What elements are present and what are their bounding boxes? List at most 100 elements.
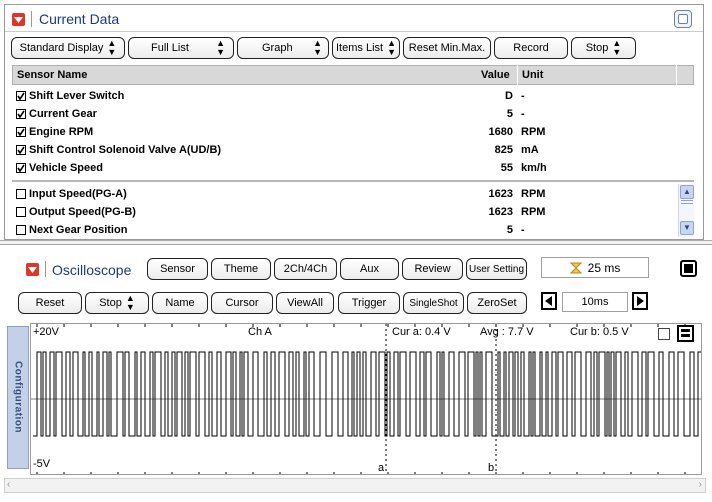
items-list-select[interactable]: Items List ▲ ▼ <box>332 37 400 59</box>
column-divider <box>676 65 677 85</box>
checkmark-icon <box>17 164 25 172</box>
arrow-down-icon: ▼ <box>683 223 691 232</box>
spinner-icon: ▲ ▼ <box>216 38 225 57</box>
spinner-icon: ▲ ▼ <box>107 38 117 57</box>
current-data-collapse-button[interactable] <box>12 13 25 26</box>
name-button[interactable]: Name <box>152 292 208 314</box>
table-row[interactable]: Shift Control Solenoid Valve A(UD/B) 825… <box>13 141 678 159</box>
toolbar-divider-line <box>5 31 703 32</box>
scroll-right-icon[interactable]: › <box>699 479 702 490</box>
stop-mode-select[interactable]: Stop ▲ ▼ <box>85 292 149 314</box>
chevron-down-icon <box>14 16 23 23</box>
scroll-left-icon[interactable]: ‹ <box>7 479 10 490</box>
spinner-icon: ▲ ▼ <box>313 38 322 57</box>
current-data-title: Current Data <box>39 11 120 27</box>
arrow-left-icon <box>545 296 552 306</box>
cursor-b-marker[interactable]: b <box>488 462 494 474</box>
checkmark-icon <box>17 128 25 136</box>
maximize-button[interactable] <box>674 10 692 28</box>
scope-menu-button[interactable] <box>677 325 694 342</box>
checkmark-icon <box>17 146 25 154</box>
title-divider <box>45 261 46 277</box>
cursor-a-marker[interactable]: a <box>378 462 384 474</box>
arrow-right-icon <box>637 296 644 306</box>
average-readout: Avg : 7.7 V <box>480 326 534 338</box>
view-all-button[interactable]: ViewAll <box>276 292 334 314</box>
hourglass-icon <box>569 262 582 273</box>
square-stop-icon <box>684 264 693 273</box>
zero-set-button[interactable]: ZeroSet <box>467 292 527 314</box>
pinned-divider <box>12 180 694 182</box>
column-divider <box>517 65 518 85</box>
checkmark-icon <box>17 110 25 118</box>
spinner-icon: ▲ ▼ <box>387 38 396 57</box>
table-row[interactable]: Next Gear Position 5 - <box>13 221 678 239</box>
checkbox[interactable] <box>16 91 26 101</box>
cursor-button[interactable]: Cursor <box>211 292 273 314</box>
trigger-button[interactable]: Trigger <box>338 292 400 314</box>
checkbox[interactable] <box>16 163 26 173</box>
oscilloscope-collapse-button[interactable] <box>26 263 39 276</box>
y-max-label: +20V <box>33 326 59 338</box>
checkmark-icon <box>17 92 25 100</box>
table-row[interactable]: Output Speed(PG-B) 1623 RPM <box>13 203 678 221</box>
window-icon <box>678 14 688 24</box>
checkbox[interactable] <box>16 109 26 119</box>
timebase-increase-button[interactable] <box>632 292 648 310</box>
table-row[interactable]: Vehicle Speed 55 km/h <box>13 159 678 177</box>
menu-icon <box>681 329 690 337</box>
cursor-b-readout: Cur b: 0.5 V <box>570 326 629 338</box>
table-row[interactable]: Shift Lever Switch D - <box>13 87 678 105</box>
spinner-icon: ▲ ▼ <box>125 293 135 312</box>
checkbox[interactable] <box>16 207 26 217</box>
reset-min-max-button[interactable]: Reset Min.Max. <box>403 37 491 59</box>
record-button[interactable]: Record <box>494 37 568 59</box>
cursor-a-readout: Cur a: 0.4 V <box>392 326 451 338</box>
column-header-value: Value <box>481 69 510 81</box>
channel-a-waveform <box>33 351 701 437</box>
chevron-down-icon <box>28 266 37 273</box>
sample-time-field: 25 ms <box>541 257 649 278</box>
single-shot-button[interactable]: SingleShot <box>403 292 464 314</box>
checkbox[interactable] <box>16 225 26 235</box>
sensor-button[interactable]: Sensor <box>147 258 208 280</box>
checkbox[interactable] <box>16 189 26 199</box>
review-button[interactable]: Review <box>402 258 463 280</box>
aux-button[interactable]: Aux <box>340 258 399 280</box>
timebase-decrease-button[interactable] <box>541 292 557 310</box>
channel-count-button[interactable]: 2Ch/4Ch <box>274 258 337 280</box>
channel-label: Ch A <box>248 326 272 338</box>
scroll-up-button[interactable]: ▲ <box>680 185 694 199</box>
stop-select[interactable]: Stop ▲ ▼ <box>571 37 636 59</box>
theme-button[interactable]: Theme <box>211 258 271 280</box>
table-row[interactable]: Input Speed(PG-A) 1623 RPM <box>13 185 678 203</box>
user-setting-button[interactable]: User Setting <box>466 258 527 280</box>
horizontal-scrollbar[interactable]: ‹ › <box>4 478 706 493</box>
scope-checkbox[interactable] <box>658 328 670 340</box>
scroll-thumb[interactable] <box>681 200 693 204</box>
scroll-down-button[interactable]: ▼ <box>680 221 694 235</box>
full-list-select[interactable]: Full List ▲ ▼ <box>128 37 234 59</box>
graph-select[interactable]: Graph ▲ ▼ <box>237 37 329 59</box>
stop-record-button[interactable] <box>680 260 697 277</box>
configuration-tab[interactable]: Configuration <box>7 326 29 469</box>
panel-splitter[interactable] <box>0 240 712 245</box>
checkbox[interactable] <box>16 127 26 137</box>
table-header <box>12 65 694 85</box>
arrow-up-icon: ▲ <box>683 187 691 196</box>
vertical-scrollbar[interactable]: ▲ ▼ <box>678 184 694 237</box>
spinner-icon: ▲ ▼ <box>612 38 622 57</box>
checkbox[interactable] <box>16 145 26 155</box>
table-row[interactable]: Current Gear 5 - <box>13 105 678 123</box>
oscilloscope-title: Oscilloscope <box>52 262 132 278</box>
oscilloscope-display[interactable] <box>30 323 702 475</box>
column-header-unit: Unit <box>522 69 544 81</box>
timebase-field: 10ms <box>562 292 628 312</box>
standard-display-select[interactable]: Standard Display ▲ ▼ <box>11 37 125 59</box>
reset-button[interactable]: Reset <box>18 292 82 314</box>
table-row[interactable]: Engine RPM 1680 RPM <box>13 123 678 141</box>
title-divider <box>31 11 32 27</box>
column-header-name: Sensor Name <box>17 69 88 81</box>
waveform-plot <box>31 324 701 474</box>
y-min-label: -5V <box>33 458 51 470</box>
